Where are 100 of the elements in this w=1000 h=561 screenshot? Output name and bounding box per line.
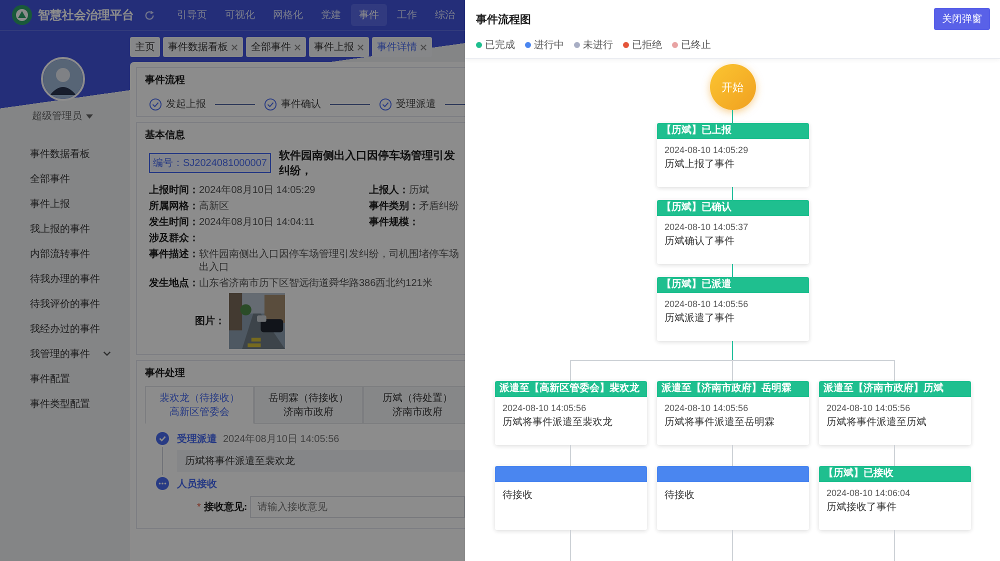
legend-label: 已拒绝	[632, 38, 662, 52]
nav-item[interactable]: 工作	[389, 4, 425, 26]
menu-item[interactable]: 事件配置	[30, 372, 70, 386]
page-tab[interactable]: 事件上报	[309, 37, 369, 57]
field-label: 事件类别：	[369, 200, 419, 213]
drawer-title: 事件流程图	[476, 12, 531, 26]
flow-node-card[interactable]: 派遣至【高新区管委会】裴欢龙 2024-08-10 14:05:56 历斌将事件派遣至裴欢龙	[494, 381, 646, 445]
close-icon[interactable]	[357, 44, 364, 50]
field-label: 图片：	[195, 314, 225, 328]
close-button[interactable]: 关闭弹窗	[934, 8, 990, 30]
check-circle-icon	[156, 432, 168, 445]
field-value: 高新区	[199, 200, 229, 213]
menu-item[interactable]: 事件上报	[30, 196, 70, 210]
field-label: 接收意见:	[204, 500, 248, 514]
node-time: 2024-08-10 14:05:37	[664, 222, 750, 232]
step-label: 受理派遣	[396, 98, 436, 111]
start-node: 开始	[710, 64, 756, 110]
chevron-down-icon[interactable]	[103, 351, 111, 356]
app-title: 智慧社会治理平台	[38, 6, 134, 24]
user-name[interactable]: 超级管理员	[32, 109, 82, 123]
node-note: 待接收	[664, 488, 696, 502]
node-title: 【历斌】已接收	[818, 466, 970, 482]
section-title: 事件流程	[145, 73, 186, 87]
page-tab[interactable]: 主页	[130, 37, 160, 57]
section-title: 基本信息	[145, 128, 186, 142]
menu-item[interactable]: 内部流转事件	[30, 246, 90, 260]
flow-node-card[interactable]: 【历斌】已上报 2024-08-10 14:05:29 历斌上报了事件	[656, 123, 808, 187]
field-label: 所属网格：	[149, 200, 199, 213]
close-icon[interactable]	[231, 44, 238, 50]
node-title: 【历斌】已确认	[656, 200, 808, 216]
step-label: 发起上报	[166, 98, 206, 111]
flow-node-card[interactable]: 待接收	[494, 466, 646, 530]
menu-item[interactable]: 事件类型配置	[30, 396, 90, 410]
node-note: 历斌确认了事件	[664, 234, 736, 248]
node-title: 派遣至【济南市政府】历斌	[818, 381, 970, 397]
flow-node-card[interactable]: 【历斌】已接收 2024-08-10 14:06:04 历斌接收了事件	[818, 466, 970, 530]
assignee-tab[interactable]: 历斌（待处置） 济南市政府	[363, 386, 465, 424]
field-value: 矛盾纠纷	[419, 200, 459, 213]
refresh-icon[interactable]	[144, 10, 155, 20]
flow-node-card[interactable]: 【历斌】已确认 2024-08-10 14:05:37 历斌确认了事件	[656, 200, 808, 264]
node-title: 派遣至【济南市政府】岳明霖	[656, 381, 808, 397]
nav-item[interactable]: 可视化	[217, 4, 263, 26]
nav-item[interactable]: 引导页	[169, 4, 215, 26]
node-note: 历斌将事件派遣至裴欢龙	[502, 416, 614, 429]
modal-overlay[interactable]	[0, 0, 465, 561]
more-icon	[156, 477, 168, 490]
menu-item[interactable]: 事件数据看板	[30, 146, 90, 160]
required-mark: *	[197, 502, 201, 512]
nav-item[interactable]: 综治	[427, 4, 463, 26]
step-label: 事件确认	[281, 98, 321, 111]
assignee-tab[interactable]: 岳明霖（待接收） 济南市政府	[254, 386, 363, 424]
node-time: 2024-08-10 14:05:56	[664, 299, 750, 309]
node-note: 历斌派遣了事件	[664, 312, 736, 325]
menu-item[interactable]: 我上报的事件	[30, 222, 90, 236]
node-note: 历斌将事件派遣至历斌	[826, 416, 928, 429]
menu-item[interactable]: 我管理的事件	[30, 346, 90, 360]
menu-item[interactable]: 全部事件	[30, 172, 70, 186]
field-value: 山东省济南市历下区智远街道舜华路386西北约121米	[199, 277, 432, 290]
legend-label: 已完成	[485, 38, 515, 52]
flow-node-card[interactable]: 派遣至【济南市政府】历斌 2024-08-10 14:05:56 历斌将事件派遣至历斌	[818, 381, 970, 445]
node-time: 2024-08-10 14:06:04	[826, 488, 912, 498]
close-icon[interactable]	[420, 44, 427, 50]
flow-node-card[interactable]: 派遣至【济南市政府】岳明霖 2024-08-10 14:05:56 历斌将事件派遣至岳明霖	[656, 381, 808, 445]
event-code: 编号：SJ2024081000007	[149, 153, 271, 173]
step-title: 人员接收	[177, 478, 217, 491]
step-title: 受理派遣	[177, 432, 217, 446]
page-tab[interactable]: 事件数据看板	[163, 37, 243, 57]
step-note: 历斌将事件派遣至裴欢龙	[177, 450, 465, 472]
node-note: 历斌将事件派遣至岳明霖	[664, 416, 776, 429]
page-tab[interactable]: 全部事件	[246, 37, 306, 57]
page-tab[interactable]: 事件详情	[372, 37, 432, 57]
menu-item[interactable]: 我经办过的事件	[30, 322, 100, 336]
flow-node-card[interactable]: 待接收	[656, 466, 808, 530]
input-field[interactable]: 请输入接收意见	[250, 496, 465, 518]
caret-icon[interactable]	[86, 114, 93, 118]
field-value: 软件园南侧出入口因停车场管理引发纠纷，司机围堵停车场出入口	[199, 248, 459, 274]
logo-icon	[12, 5, 32, 25]
step-time: 2024年08月10日 14:05:56	[223, 433, 340, 446]
nav-item[interactable]: 事件	[351, 4, 387, 26]
flow-node-card[interactable]: 【历斌】已派遣 2024-08-10 14:05:56 历斌派遣了事件	[656, 277, 808, 341]
section-title: 事件处理	[145, 366, 186, 380]
node-time: 2024-08-10 14:05:56	[502, 403, 588, 413]
close-icon[interactable]	[294, 44, 301, 50]
node-note: 待接收	[502, 488, 534, 502]
node-title: 派遣至【高新区管委会】裴欢龙	[494, 381, 646, 397]
field-value: 历斌	[409, 184, 429, 197]
node-time: 2024-08-10 14:05:29	[664, 145, 750, 155]
field-value: 2024年08月10日 14:05:29	[199, 184, 316, 197]
field-label: 发生地点：	[149, 277, 199, 290]
nav-item[interactable]: 网格化	[265, 4, 311, 26]
nav-item[interactable]: 党建	[313, 4, 349, 26]
field-value: 2024年08月10日 14:04:11	[199, 216, 314, 229]
assignee-tab[interactable]: 裴欢龙（待接收） 高新区管委会	[145, 386, 254, 424]
menu-item[interactable]: 待我评价的事件	[30, 296, 100, 310]
legend-label: 进行中	[534, 38, 564, 52]
node-note: 历斌接收了事件	[826, 500, 898, 514]
menu-item[interactable]: 待我办理的事件	[30, 272, 100, 286]
field-label: 上报时间：	[149, 184, 199, 197]
node-title: 【历斌】已派遣	[656, 277, 808, 293]
avatar[interactable]	[40, 57, 84, 101]
